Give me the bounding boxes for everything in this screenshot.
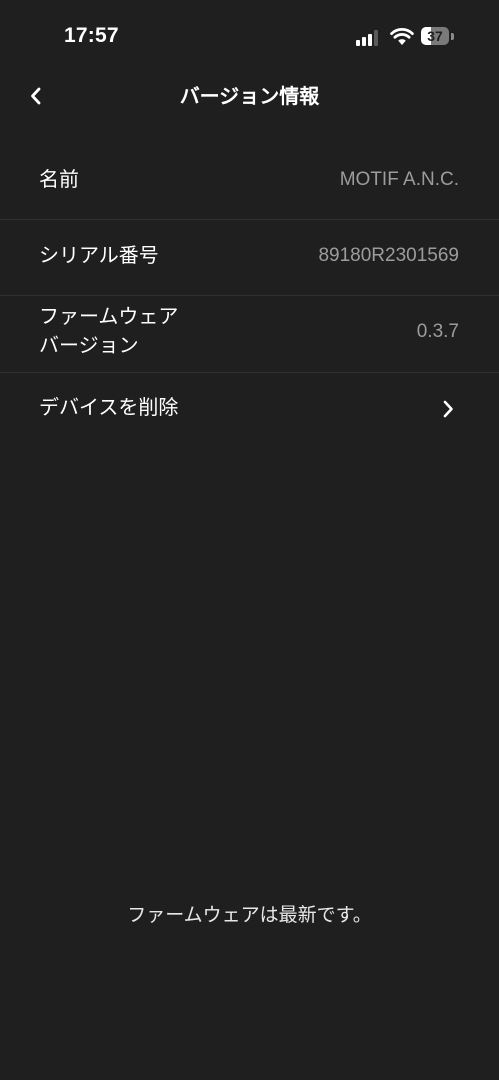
firmware-label-line2: バージョン <box>39 333 139 357</box>
cellular-signal-icon <box>356 30 378 46</box>
nav-bar: バージョン情報 <box>0 70 499 122</box>
name-value: MOTIF A.N.C. <box>339 169 459 190</box>
back-button[interactable] <box>20 78 52 114</box>
status-time: 17:57 <box>64 24 119 47</box>
battery-level: 37 <box>427 28 443 44</box>
serial-label: シリアル番号 <box>39 243 159 267</box>
firmware-status-message: ファームウェアは最新です。 <box>127 904 372 926</box>
page-title: バージョン情報 <box>179 84 320 108</box>
version-info-list: 名前 MOTIF A.N.C. シリアル番号 89180R2301569 ファー… <box>0 143 499 445</box>
list-item-serial: シリアル番号 89180R2301569 <box>0 220 499 296</box>
status-bar: 17:57 37 <box>0 0 499 70</box>
list-item-name: 名前 MOTIF A.N.C. <box>0 143 499 220</box>
chevron-left-icon <box>31 87 41 105</box>
chevron-right-icon <box>443 400 453 418</box>
firmware-version-value: 0.3.7 <box>416 321 459 342</box>
list-item-firmware-version: ファームウェア バージョン 0.3.7 <box>0 296 499 373</box>
firmware-label-line1: ファームウェア <box>39 304 179 328</box>
wifi-icon <box>390 28 414 45</box>
name-label: 名前 <box>39 167 79 191</box>
delete-device-label: デバイスを削除 <box>39 395 179 419</box>
list-item-delete-device[interactable]: デバイスを削除 <box>0 373 499 445</box>
serial-value: 89180R2301569 <box>318 245 459 266</box>
battery-icon: 37 <box>421 27 455 46</box>
